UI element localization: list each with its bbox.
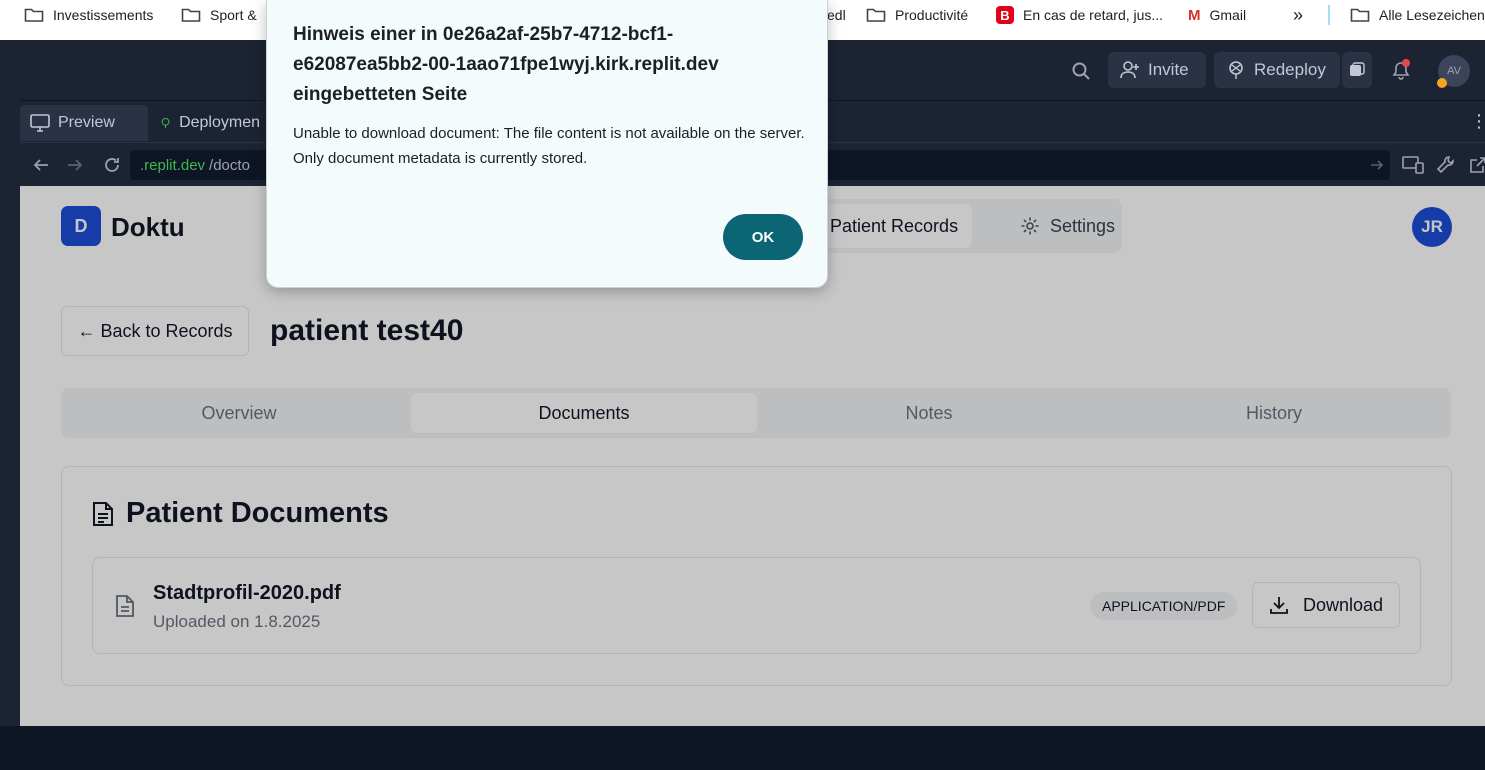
devices-icon[interactable]: [1402, 155, 1424, 175]
folder-icon: [866, 8, 886, 22]
deploy-icon: [161, 117, 170, 129]
bookmark-label: Alle Lesezeichen: [1379, 7, 1485, 23]
b-logo-icon: B: [996, 6, 1014, 24]
bell-icon[interactable]: [1390, 59, 1412, 81]
deploy-icon: [1229, 61, 1243, 79]
bookmark-label: Investissements: [53, 7, 154, 23]
folder-icon: [1350, 8, 1370, 22]
bookmark-label: Sport &: [210, 7, 257, 23]
dialog-title: Hinweis einer in 0e26a2af-25b7-4712-bcf1…: [293, 24, 719, 105]
bookmark-gmail[interactable]: M Gmail: [1188, 0, 1246, 30]
bookmark-investissements[interactable]: Investissements: [24, 0, 153, 30]
bookmark-productivite[interactable]: Productivité: [866, 0, 968, 30]
bookmark-label: Productivité: [895, 7, 969, 23]
dialog-message: Unable to download document: The file co…: [293, 125, 805, 167]
chevrons-right-icon: »: [1293, 4, 1304, 25]
go-arrow-icon[interactable]: [1369, 157, 1385, 173]
forward-arrow-icon[interactable]: [66, 156, 84, 174]
bookmarks-divider: [1328, 5, 1330, 25]
workspace-footer: [0, 726, 1485, 770]
url-domain: .replit.dev: [140, 156, 206, 174]
avatar-initials: AV: [1447, 65, 1461, 77]
tab-label: Deploymen: [179, 114, 260, 131]
tab-label: Preview: [58, 114, 115, 131]
bookmark-sport[interactable]: Sport &: [181, 0, 257, 30]
alert-dialog: Hinweis einer in 0e26a2af-25b7-4712-bcf1…: [266, 0, 828, 288]
bookmark-all[interactable]: Alle Lesezeichen: [1350, 0, 1485, 30]
bookmark-label: edl: [827, 7, 846, 23]
panels-icon: [1350, 62, 1365, 76]
monitor-icon: [30, 114, 50, 132]
redeploy-label: Redeploy: [1254, 60, 1326, 79]
wrench-icon[interactable]: [1436, 155, 1456, 175]
user-plus-icon: [1120, 61, 1139, 79]
search-icon[interactable]: [1071, 61, 1091, 81]
back-arrow-icon[interactable]: [32, 156, 50, 174]
invite-label: Invite: [1148, 60, 1189, 79]
external-link-icon[interactable]: [1468, 155, 1485, 175]
tab-preview[interactable]: Preview: [20, 105, 148, 141]
redeploy-button[interactable]: Redeploy: [1214, 52, 1340, 88]
bookmarks-more-button[interactable]: »: [1293, 0, 1303, 30]
kebab-menu-icon[interactable]: ⋮: [1470, 111, 1485, 132]
folder-icon: [24, 8, 44, 22]
ok-label: OK: [751, 228, 775, 246]
bookmark-label: Gmail: [1209, 7, 1247, 23]
tab-deployments[interactable]: Deploymen: [150, 105, 270, 141]
workspace-toggle-button[interactable]: [1342, 52, 1372, 88]
folder-icon: [181, 8, 201, 22]
status-dot: [1437, 78, 1447, 88]
url-path: /docto: [209, 156, 250, 174]
invite-button[interactable]: Invite: [1108, 52, 1206, 88]
bookmark-edl[interactable]: edl: [827, 0, 846, 30]
reload-icon[interactable]: [102, 155, 122, 175]
bookmark-label: En cas de retard, jus...: [1023, 7, 1164, 23]
gmail-icon: M: [1188, 6, 1201, 24]
bookmark-retard[interactable]: B En cas de retard, jus...: [996, 0, 1163, 30]
ok-button[interactable]: OK: [723, 214, 803, 260]
left-sidebar-edge: [0, 100, 20, 726]
